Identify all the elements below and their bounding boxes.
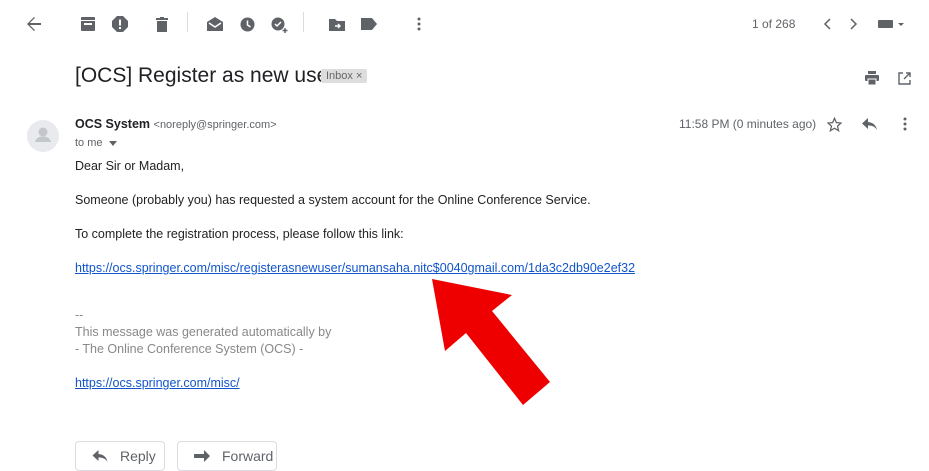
recipient-text: to me — [75, 137, 103, 149]
inbox-label-chip[interactable]: Inbox × — [321, 69, 368, 83]
body-line-2: To complete the registration process, pl… — [75, 227, 404, 241]
move-to-icon[interactable] — [325, 12, 349, 36]
recipient-details-dropdown-icon — [108, 140, 117, 146]
forward-button-icon — [194, 450, 210, 462]
remove-label-button[interactable]: × — [356, 70, 362, 82]
print-icon[interactable] — [860, 66, 884, 90]
reply-icon[interactable] — [857, 112, 881, 136]
sender-email: <noreply@springer.com> — [153, 119, 277, 131]
default-avatar-icon — [35, 127, 51, 142]
pager-count: 1 of 268 — [752, 17, 796, 31]
signature-link[interactable]: https://ocs.springer.com/misc/ — [75, 376, 240, 390]
back-arrow-icon[interactable] — [22, 12, 46, 36]
red-annotation-arrow — [432, 279, 550, 405]
newer-chevron-icon[interactable] — [815, 12, 839, 36]
snooze-icon[interactable] — [235, 12, 259, 36]
signature-line-2: - The Online Conference System (OCS) - — [75, 342, 304, 356]
sender-line: OCS System <noreply@springer.com> — [75, 117, 277, 131]
delete-icon[interactable] — [150, 12, 174, 36]
star-icon[interactable] — [822, 112, 846, 136]
email-subject: [OCS] Register as new user — [75, 64, 336, 87]
forward-button[interactable]: Forward — [177, 441, 277, 471]
body-line-1: Someone (probably you) has requested a s… — [75, 193, 591, 207]
recipient-line[interactable]: to me — [75, 137, 117, 149]
sender-avatar[interactable] — [27, 120, 59, 152]
open-new-window-icon[interactable] — [892, 66, 916, 90]
mark-unread-icon[interactable] — [203, 12, 227, 36]
reply-button-icon — [92, 450, 108, 462]
registration-link[interactable]: https://ocs.springer.com/misc/registeras… — [75, 261, 635, 275]
older-chevron-icon[interactable] — [842, 12, 866, 36]
message-more-vert-icon[interactable] — [893, 112, 917, 136]
greeting-text: Dear Sir or Madam, — [75, 159, 185, 173]
add-task-icon[interactable] — [267, 12, 291, 36]
reply-button-label: Reply — [120, 448, 156, 464]
signature-dash: -- — [75, 308, 84, 322]
signature-line-1: This message was generated automatically… — [75, 325, 332, 339]
reply-button[interactable]: Reply — [75, 441, 165, 471]
input-tools-keyboard-icon[interactable] — [876, 12, 906, 36]
archive-icon[interactable] — [76, 12, 100, 36]
forward-button-label: Forward — [222, 448, 274, 464]
email-timestamp: 11:58 PM (0 minutes ago) — [679, 117, 817, 131]
report-spam-icon[interactable] — [108, 12, 132, 36]
more-vert-icon[interactable] — [407, 12, 431, 36]
sender-name[interactable]: OCS System — [75, 117, 150, 131]
inbox-label-text: Inbox — [326, 70, 353, 82]
label-icon[interactable] — [357, 12, 381, 36]
